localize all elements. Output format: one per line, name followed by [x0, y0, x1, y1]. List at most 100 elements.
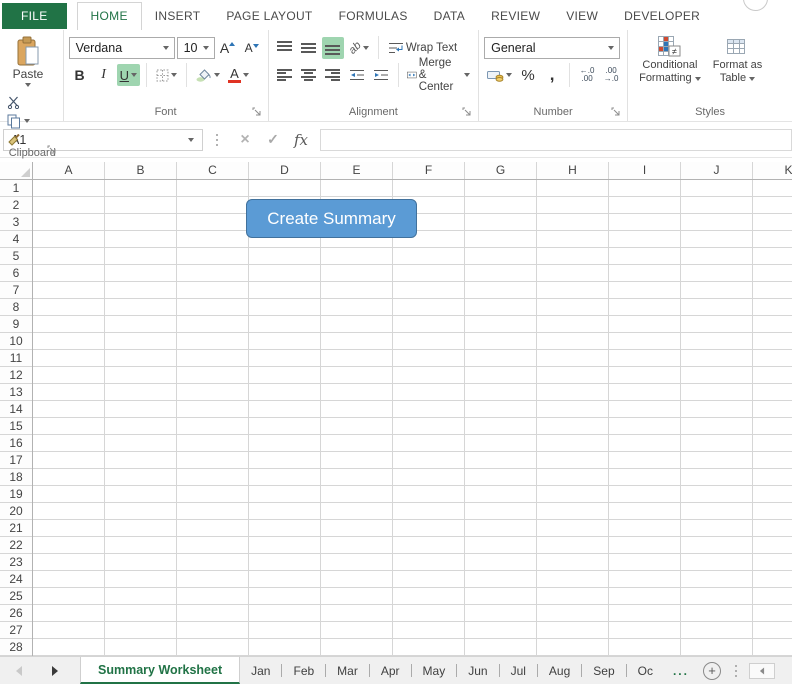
top-align-button[interactable] — [274, 37, 296, 59]
create-summary-button[interactable]: Create Summary — [246, 199, 417, 238]
column-header-i[interactable]: I — [609, 162, 681, 179]
sheet-tab-mar[interactable]: Mar — [326, 657, 369, 684]
row-header-26[interactable]: 26 — [0, 605, 32, 622]
row-header-11[interactable]: 11 — [0, 350, 32, 367]
font-name-combo[interactable]: Verdana — [68, 36, 175, 59]
sheet-tab-jan[interactable]: Jan — [240, 657, 281, 684]
horizontal-scrollbar-stub[interactable] — [748, 662, 775, 679]
column-header-k[interactable]: K — [753, 162, 792, 179]
column-header-g[interactable]: G — [465, 162, 537, 179]
sheet-overflow-indicator[interactable]: ... — [664, 657, 694, 684]
font-size-combo[interactable]: 10 — [176, 36, 215, 59]
borders-dropdown-arrow[interactable] — [170, 73, 177, 77]
paste-dropdown-arrow[interactable] — [25, 83, 31, 87]
row-header-5[interactable]: 5 — [0, 248, 32, 265]
formula-input[interactable] — [320, 128, 792, 151]
borders-button[interactable] — [153, 64, 180, 86]
row-header-16[interactable]: 16 — [0, 435, 32, 452]
orientation-button[interactable]: ab — [346, 37, 372, 59]
row-header-27[interactable]: 27 — [0, 622, 32, 639]
row-header-9[interactable]: 9 — [0, 316, 32, 333]
number-format-combo[interactable]: General — [484, 36, 621, 59]
paste-button[interactable]: Paste — [7, 34, 49, 87]
row-header-14[interactable]: 14 — [0, 401, 32, 418]
shrink-font-button[interactable]: A — [241, 37, 263, 59]
merge-center-button[interactable]: Merge & Center — [404, 57, 473, 93]
row-header-4[interactable]: 4 — [0, 231, 32, 248]
sheet-tab-sep[interactable]: Sep — [582, 657, 625, 684]
ribbon-tab-formulas[interactable]: FORMULAS — [326, 3, 421, 30]
sheet-tab-summary-worksheet[interactable]: Summary Worksheet — [80, 657, 241, 684]
format-as-table-dropdown-arrow[interactable] — [749, 77, 756, 81]
row-header-18[interactable]: 18 — [0, 469, 32, 486]
accounting-dropdown-arrow[interactable] — [506, 73, 513, 77]
row-header-13[interactable]: 13 — [0, 384, 32, 401]
wrap-text-button[interactable]: Wrap Text — [385, 37, 460, 59]
italic-button[interactable]: I — [93, 64, 115, 86]
row-header-1[interactable]: 1 — [0, 180, 32, 197]
row-header-2[interactable]: 2 — [0, 197, 32, 214]
ribbon-tab-data[interactable]: DATA — [421, 3, 478, 30]
cells-area[interactable] — [33, 180, 792, 656]
ribbon-tab-insert[interactable]: INSERT — [142, 3, 214, 30]
row-header-22[interactable]: 22 — [0, 537, 32, 554]
row-header-12[interactable]: 12 — [0, 367, 32, 384]
select-all-corner[interactable] — [0, 162, 33, 179]
copy-dropdown-arrow[interactable] — [24, 119, 30, 123]
column-header-d[interactable]: D — [249, 162, 321, 179]
row-header-17[interactable]: 17 — [0, 452, 32, 469]
fill-color-button[interactable] — [193, 64, 223, 86]
merge-center-dropdown-arrow[interactable] — [464, 73, 471, 77]
ribbon-tab-review[interactable]: REVIEW — [478, 3, 553, 30]
column-header-b[interactable]: B — [105, 162, 177, 179]
underline-dropdown-arrow[interactable] — [130, 73, 137, 77]
bold-button[interactable]: B — [69, 64, 91, 86]
sheet-tab-feb[interactable]: Feb — [282, 657, 325, 684]
alignment-dialog-launcher[interactable] — [462, 107, 472, 117]
sheet-prev-arrow-icon[interactable] — [16, 665, 22, 676]
bottom-align-button[interactable] — [321, 36, 344, 59]
row-header-23[interactable]: 23 — [0, 554, 32, 571]
conditional-formatting-button[interactable]: ≠ Conditional Formatting — [633, 34, 707, 103]
row-header-19[interactable]: 19 — [0, 486, 32, 503]
underline-button[interactable]: U — [116, 64, 140, 86]
align-left-button[interactable] — [274, 64, 296, 86]
sheet-next-arrow-icon[interactable] — [52, 665, 58, 676]
row-header-10[interactable]: 10 — [0, 333, 32, 350]
row-header-3[interactable]: 3 — [0, 214, 32, 231]
font-color-dropdown-arrow[interactable] — [242, 73, 249, 77]
conditional-formatting-dropdown-arrow[interactable] — [694, 77, 701, 81]
ribbon-tab-developer[interactable]: DEVELOPER — [611, 3, 713, 30]
sheet-tab-oc[interactable]: Oc — [627, 657, 664, 684]
percent-style-button[interactable]: % — [517, 64, 539, 86]
row-header-25[interactable]: 25 — [0, 588, 32, 605]
increase-decimal-button[interactable]: ←.0 .00 — [576, 64, 598, 86]
column-header-h[interactable]: H — [537, 162, 609, 179]
copy-button[interactable] — [7, 114, 58, 128]
sheet-tab-jun[interactable]: Jun — [457, 657, 498, 684]
increase-indent-button[interactable] — [370, 64, 392, 86]
comma-style-button[interactable]: , — [541, 64, 563, 86]
accounting-format-button[interactable] — [484, 64, 515, 86]
column-header-a[interactable]: A — [33, 162, 105, 179]
row-header-8[interactable]: 8 — [0, 299, 32, 316]
sheet-tab-jul[interactable]: Jul — [500, 657, 537, 684]
decrease-indent-button[interactable] — [346, 64, 368, 86]
align-right-button[interactable] — [322, 64, 344, 86]
row-header-20[interactable]: 20 — [0, 503, 32, 520]
middle-align-button[interactable] — [298, 37, 320, 59]
fill-color-dropdown-arrow[interactable] — [213, 73, 220, 77]
enter-button[interactable]: ✓ — [259, 131, 287, 148]
column-header-j[interactable]: J — [681, 162, 753, 179]
font-dialog-launcher[interactable] — [252, 107, 262, 117]
new-sheet-button[interactable]: + — [702, 661, 721, 680]
clipboard-dialog-launcher[interactable] — [47, 145, 57, 155]
ribbon-tab-home[interactable]: HOME — [76, 2, 142, 30]
ribbon-tab-file[interactable]: FILE — [2, 3, 67, 29]
cancel-button[interactable]: × — [231, 131, 259, 149]
align-center-button[interactable] — [298, 64, 320, 86]
sheet-tab-apr[interactable]: Apr — [370, 657, 411, 684]
row-header-28[interactable]: 28 — [0, 639, 32, 656]
number-dialog-launcher[interactable] — [611, 107, 621, 117]
format-as-table-button[interactable]: Format as Table — [707, 34, 769, 103]
